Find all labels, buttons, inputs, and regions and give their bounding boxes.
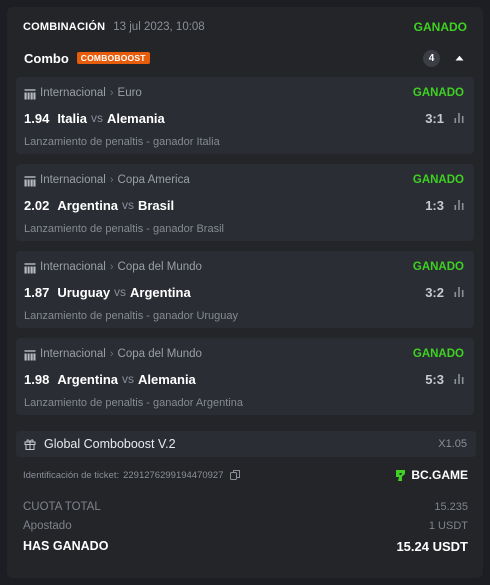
home-team: Argentina xyxy=(57,197,118,213)
comboboost-multiplier: X1.05 xyxy=(438,438,467,450)
bet-status-badge: GANADO xyxy=(412,261,464,273)
bet-league-row: Internacional › Copa del Mundo GANADO xyxy=(24,259,464,275)
stats-bars-icon[interactable] xyxy=(454,113,464,123)
comboboost-badge: COMBOBOOST xyxy=(76,52,150,64)
away-team: Alemania xyxy=(106,110,165,126)
bet-match-row: 1.94 Italia vs Alemania 3:1 xyxy=(24,109,464,127)
efootball-fifa-logo-icon xyxy=(24,261,36,274)
bet-card[interactable]: Internacional › Copa America GANADO 2.02… xyxy=(16,164,474,241)
winnings-row: HAS GANADO 15.24 USDT xyxy=(23,538,468,554)
league-name: Internacional xyxy=(40,261,106,273)
combo-header[interactable]: Combo COMBOBOOST 4 xyxy=(16,43,474,73)
ticket-header: COMBINACIÓN 13 jul 2023, 10:08 GANADO xyxy=(23,17,467,37)
staked-label: Apostado xyxy=(23,520,72,532)
bet-status-badge: GANADO xyxy=(412,174,464,186)
stats-bars-icon[interactable] xyxy=(454,287,464,297)
efootball-fifa-logo-icon xyxy=(24,87,36,100)
breadcrumb-separator: › xyxy=(109,174,114,186)
total-odds-label: CUOTA TOTAL xyxy=(23,501,101,513)
home-team: Italia xyxy=(57,110,87,126)
match-score: 3:2 xyxy=(425,284,444,300)
away-team: Alemania xyxy=(137,371,196,387)
league-name: Internacional xyxy=(40,87,106,99)
match-score: 1:3 xyxy=(425,197,444,213)
ticket-id-row: Identificación de ticket: 22912762991944… xyxy=(23,466,468,484)
breadcrumb-separator: › xyxy=(109,261,114,273)
bet-match-row: 2.02 Argentina vs Brasil 1:3 xyxy=(24,196,464,214)
bet-ticket: COMBINACIÓN 13 jul 2023, 10:08 GANADO Co… xyxy=(7,7,483,578)
comboboost-name: Global Comboboost V.2 xyxy=(44,437,176,451)
efootball-fifa-logo-icon xyxy=(24,174,36,187)
chevron-up-icon[interactable] xyxy=(444,55,474,61)
bet-match-row: 1.87 Uruguay vs Argentina 3:2 xyxy=(24,283,464,301)
tournament-name: Copa del Mundo xyxy=(117,261,202,273)
bcgame-logo-icon xyxy=(394,469,407,482)
copy-icon[interactable] xyxy=(229,470,240,480)
versus-label: vs xyxy=(121,372,134,386)
bet-card[interactable]: Internacional › Copa del Mundo GANADO 1.… xyxy=(16,251,474,328)
home-team: Uruguay xyxy=(57,284,111,300)
league-name: Internacional xyxy=(40,174,106,186)
bet-date: 13 jul 2023, 10:08 xyxy=(113,21,205,33)
tournament-name: Copa America xyxy=(117,174,190,186)
match-score: 3:1 xyxy=(425,110,444,126)
gift-icon xyxy=(24,438,36,450)
brand-logo: BC.GAME xyxy=(394,468,468,482)
away-team: Brasil xyxy=(137,197,175,213)
winnings-label: HAS GANADO xyxy=(23,539,109,553)
selection-count-badge: 4 xyxy=(423,49,440,67)
home-team: Argentina xyxy=(57,371,118,387)
bet-league-row: Internacional › Copa del Mundo GANADO xyxy=(24,346,464,362)
bet-card[interactable]: Internacional › Copa del Mundo GANADO 1.… xyxy=(16,338,474,415)
brand-name: BC.GAME xyxy=(411,468,468,482)
versus-label: vs xyxy=(90,111,103,125)
versus-label: vs xyxy=(114,285,127,299)
bet-status-badge: GANADO xyxy=(412,87,464,99)
away-team: Argentina xyxy=(130,284,191,300)
bet-odds: 2.02 xyxy=(24,197,50,213)
stats-bars-icon[interactable] xyxy=(454,200,464,210)
total-odds-row: CUOTA TOTAL 15.235 xyxy=(23,499,468,515)
tournament-name: Euro xyxy=(117,87,142,99)
bet-league-row: Internacional › Euro GANADO xyxy=(24,85,464,101)
staked-value: 1 USDT xyxy=(428,520,468,532)
match-score: 5:3 xyxy=(425,371,444,387)
bet-selection: Lanzamiento de penaltis - ganador Brasil xyxy=(24,223,224,235)
bet-card[interactable]: Internacional › Euro GANADO 1.94 Italia … xyxy=(16,77,474,154)
bet-selection: Lanzamiento de penaltis - ganador Urugua… xyxy=(24,310,239,322)
ticket-id-label: Identificación de ticket: xyxy=(23,469,120,481)
breadcrumb-separator: › xyxy=(109,348,114,360)
bet-league-row: Internacional › Copa America GANADO xyxy=(24,172,464,188)
bet-odds: 1.87 xyxy=(24,284,50,300)
total-odds-value: 15.235 xyxy=(434,501,468,513)
versus-label: vs xyxy=(121,198,134,212)
efootball-fifa-logo-icon xyxy=(24,348,36,361)
league-name: Internacional xyxy=(40,348,106,360)
bet-type-label: COMBINACIÓN xyxy=(23,21,106,33)
ticket-id: 2291276299194470927 xyxy=(123,469,224,481)
bet-match-row: 1.98 Argentina vs Alemania 5:3 xyxy=(24,370,464,388)
bet-selection: Lanzamiento de penaltis - ganador Italia xyxy=(24,136,220,148)
winnings-value: 15.24 USDT xyxy=(396,538,468,554)
bet-odds: 1.94 xyxy=(24,110,50,126)
bet-status-badge: GANADO xyxy=(412,348,464,360)
comboboost-row: Global Comboboost V.2 X1.05 xyxy=(16,431,476,457)
combo-title: Combo xyxy=(24,50,69,66)
bet-odds: 1.98 xyxy=(24,371,50,387)
bet-selection: Lanzamiento de penaltis - ganador Argent… xyxy=(24,397,243,409)
breadcrumb-separator: › xyxy=(109,87,114,99)
stats-bars-icon[interactable] xyxy=(454,374,464,384)
staked-row: Apostado 1 USDT xyxy=(23,518,468,534)
tournament-name: Copa del Mundo xyxy=(117,348,202,360)
ticket-status-badge: GANADO xyxy=(413,20,467,34)
